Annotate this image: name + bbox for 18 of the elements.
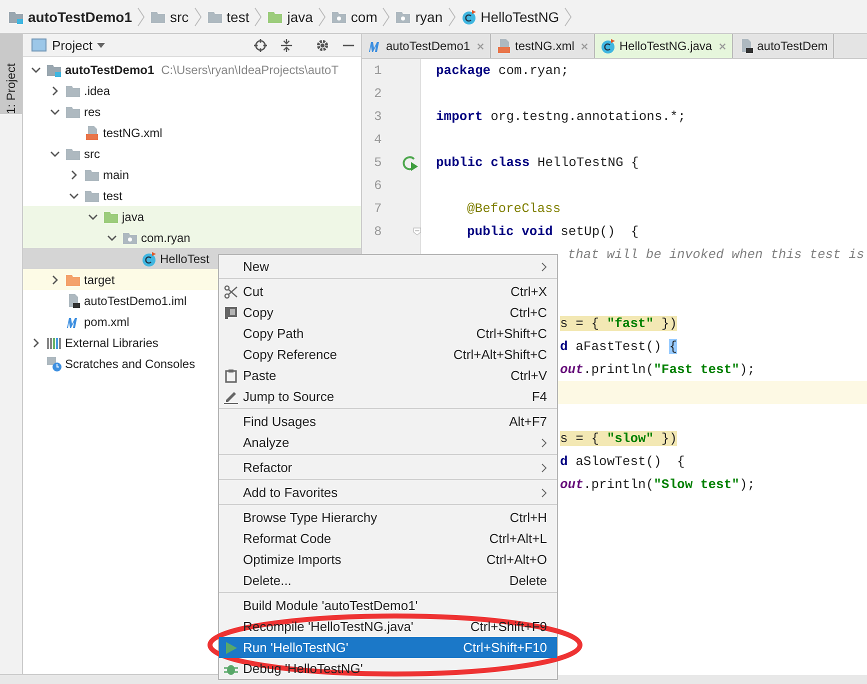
code-line: import org.testng.annotations.*;: [436, 109, 686, 124]
line-number: 3: [374, 109, 383, 124]
code-line: out.println("Slow test");: [560, 477, 756, 492]
code-line: public void setUp() {: [467, 224, 639, 239]
code-line: @BeforeClass: [467, 201, 561, 216]
line-number: 1: [374, 63, 383, 78]
line-number: 8: [374, 224, 383, 239]
line-number: 5: [374, 155, 383, 170]
line-number: 6: [374, 178, 383, 193]
line-number: 2: [374, 86, 383, 101]
code-line: public class HelloTestNG {: [436, 155, 639, 170]
code-line: package com.ryan;: [436, 63, 569, 78]
code-line: that will be invoked when this test is: [566, 247, 864, 262]
code-line: d aSlowTest() {: [560, 454, 685, 469]
code-line: out.println("Fast test");: [560, 362, 756, 377]
line-number: 4: [374, 132, 383, 147]
line-number: 7: [374, 201, 383, 216]
code-line: d aFastTest() {: [560, 339, 678, 354]
